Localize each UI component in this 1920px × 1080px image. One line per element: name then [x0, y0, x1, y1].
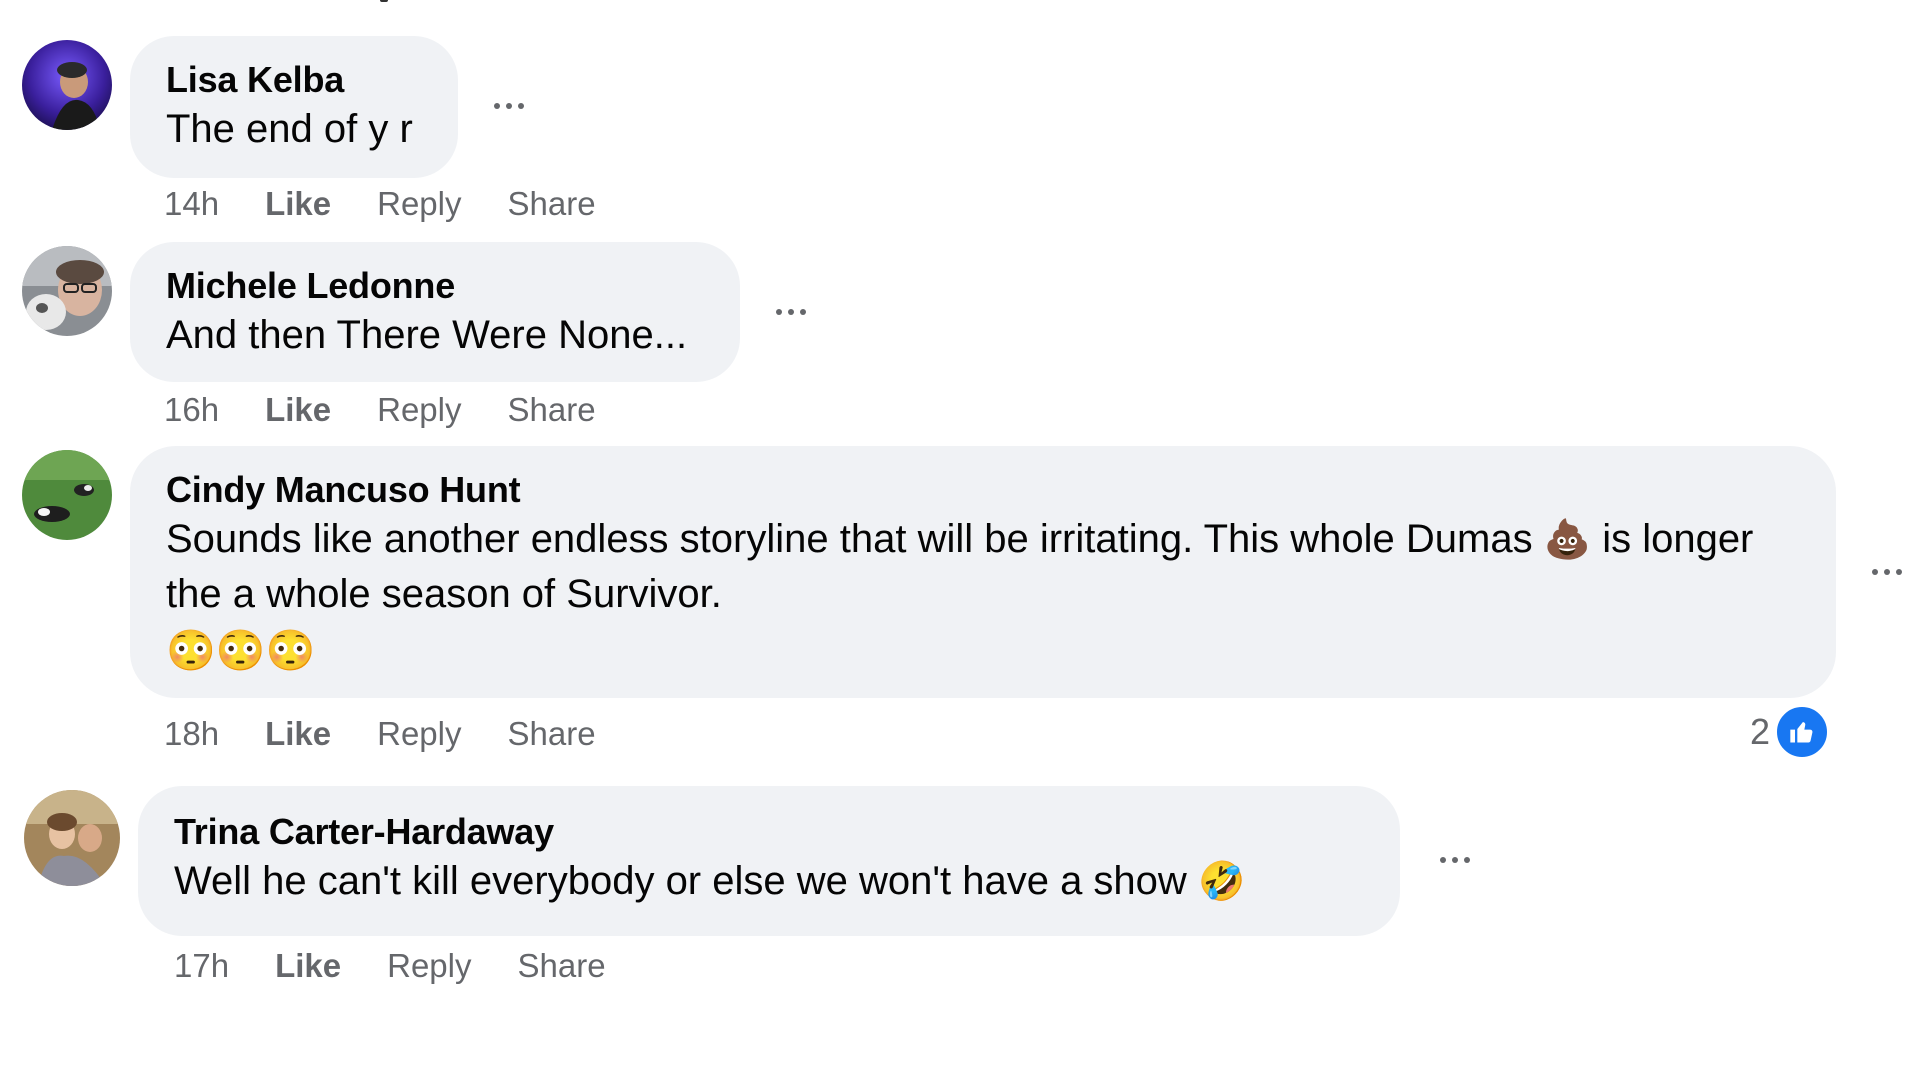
comment-timestamp[interactable]: 16h	[164, 390, 219, 430]
like-button[interactable]: Like	[265, 390, 331, 430]
reply-button[interactable]: Reply	[387, 946, 471, 986]
comment-bubble: Lisa Kelba The end of y r	[130, 36, 458, 178]
comment-text: The end of y r	[166, 107, 413, 151]
reply-button[interactable]: Reply	[377, 184, 461, 224]
comment-text: And then There Were None...	[166, 313, 688, 357]
emoji-row: 😳😳😳	[166, 629, 316, 673]
comment-author[interactable]: Cindy Mancuso Hunt	[166, 468, 1800, 512]
comment-author[interactable]: Lisa Kelba	[166, 58, 422, 102]
comment-actions: 18h Like Reply Share	[164, 714, 596, 754]
avatar[interactable]	[22, 246, 112, 336]
avatar[interactable]	[22, 450, 112, 540]
avatar[interactable]	[24, 790, 120, 886]
comment-actions: 16h Like Reply Share	[164, 390, 596, 430]
previous-comment-fragment	[380, 0, 388, 2]
like-button[interactable]: Like	[265, 184, 331, 224]
comment-author[interactable]: Trina Carter-Hardaway	[174, 810, 1364, 854]
reply-button[interactable]: Reply	[377, 714, 461, 754]
share-button[interactable]: Share	[517, 946, 605, 986]
laughing-emoji: 🤣	[1197, 861, 1246, 903]
reaction-summary[interactable]: 2	[1750, 704, 1831, 760]
comment-text: Sounds like another endless storyline th…	[166, 512, 1800, 621]
comment-timestamp[interactable]: 17h	[174, 946, 229, 986]
more-options-icon[interactable]	[494, 96, 524, 116]
like-button[interactable]: Like	[265, 714, 331, 754]
comment-bubble: Cindy Mancuso Hunt Sounds like another e…	[130, 446, 1836, 698]
thumbs-up-icon	[1774, 704, 1831, 760]
share-button[interactable]: Share	[507, 184, 595, 224]
comment-text-part1: Sounds like another endless storyline th…	[166, 517, 1533, 561]
comment-timestamp[interactable]: 18h	[164, 714, 219, 754]
comment-author[interactable]: Michele Ledonne	[166, 264, 704, 308]
poop-emoji: 💩	[1543, 519, 1592, 561]
comment-text: Well he can't kill everybody or else we …	[174, 854, 1364, 909]
comment-actions: 17h Like Reply Share	[174, 946, 606, 986]
comment-timestamp[interactable]: 14h	[164, 184, 219, 224]
share-button[interactable]: Share	[507, 390, 595, 430]
comment-text-main: Well he can't kill everybody or else we …	[174, 859, 1187, 903]
more-options-icon[interactable]	[1872, 562, 1902, 582]
comment-bubble: Trina Carter-Hardaway Well he can't kill…	[138, 786, 1400, 936]
more-options-icon[interactable]	[776, 302, 806, 322]
more-options-icon[interactable]	[1440, 850, 1470, 870]
avatar[interactable]	[22, 40, 112, 130]
reaction-count: 2	[1750, 711, 1771, 752]
share-button[interactable]: Share	[507, 714, 595, 754]
comment-bubble: Michele Ledonne And then There Were None…	[130, 242, 740, 382]
comment-actions: 14h Like Reply Share	[164, 184, 596, 224]
reply-button[interactable]: Reply	[377, 390, 461, 430]
like-button[interactable]: Like	[275, 946, 341, 986]
